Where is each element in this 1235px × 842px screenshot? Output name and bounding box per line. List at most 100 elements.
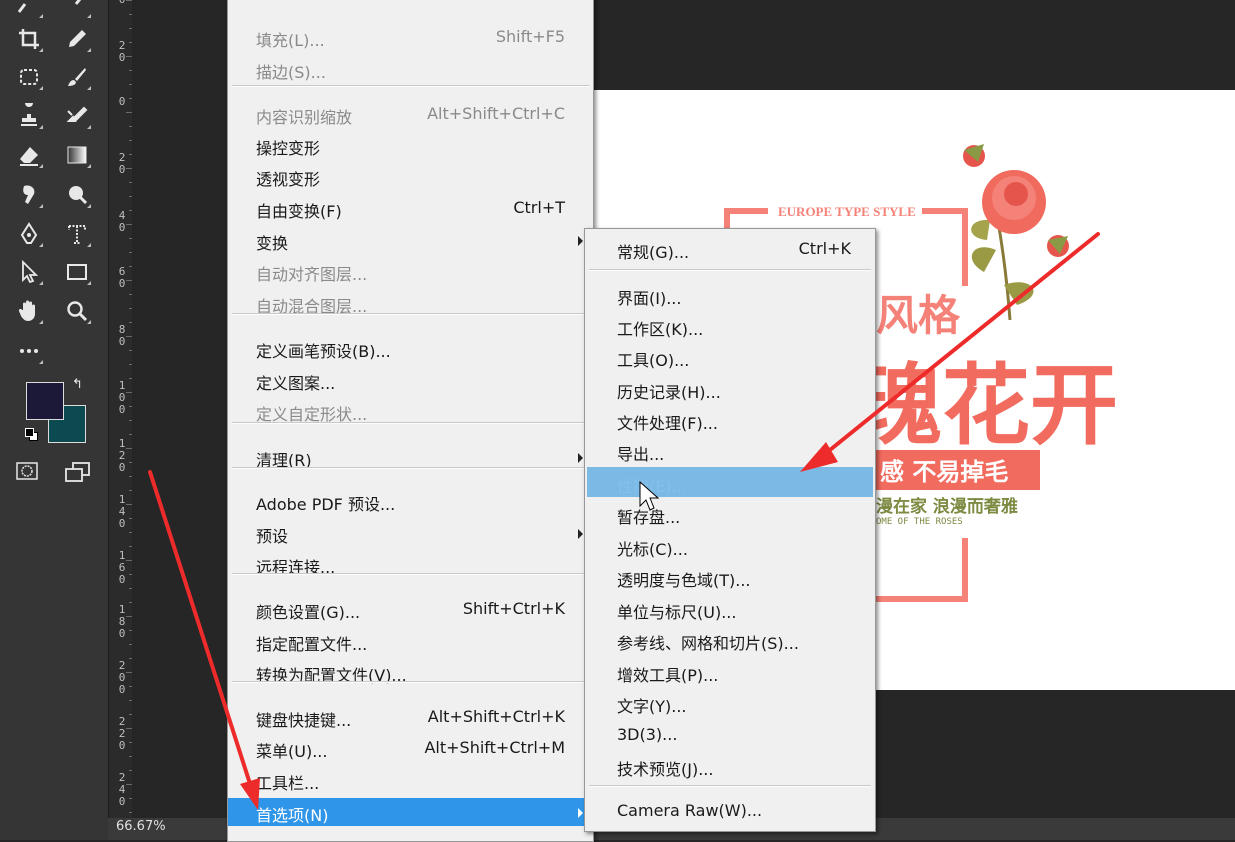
menu-item-shortcut: Alt+Shift+Ctrl+K [427,707,565,726]
menu-separator [589,269,871,271]
crop-tool[interactable] [14,24,44,54]
quick-mask-button[interactable] [16,462,38,480]
ruler-label: 1 6 0 [118,549,126,586]
edit-menu-item[interactable]: 自动对齐图层... [228,257,593,285]
move-tool[interactable] [14,0,44,20]
submenu-arrow-icon [578,236,583,246]
preferences-menu-item[interactable]: 光标(C)... [585,532,875,560]
preferences-menu-item[interactable]: 技术预览(J)... [585,752,875,780]
edit-menu-item[interactable]: 颜色设置(G)... Shift+Ctrl+K [228,595,593,623]
menu-item-label: 工具(O)... [617,351,690,370]
edit-menu-item[interactable]: 定义图案... [228,366,593,394]
edit-menu-item[interactable]: 透视变形 [228,162,593,190]
ruler-label: 2 4 0 [118,771,126,808]
preferences-menu-item[interactable]: 暂存盘... [585,500,875,528]
preferences-menu-item[interactable]: 导出... [585,437,875,465]
swap-colors-icon[interactable]: ↰ [72,377,88,393]
preferences-menu-item[interactable]: 透明度与色域(T)... [585,563,875,591]
path-select-tool[interactable] [14,257,44,287]
menu-item-label: 定义图案... [256,374,336,393]
menu-item-label: 填充(L)... [256,31,325,50]
vertical-ruler[interactable]: 02 002 04 06 08 01 0 01 2 01 4 01 6 01 8… [108,0,134,818]
text-tool-tool[interactable] [62,219,92,249]
edit-menu-item[interactable]: 键盘快捷键... Alt+Shift+Ctrl+K [228,703,593,731]
menu-item-label: Adobe PDF 预设... [256,495,396,514]
stamp-tool[interactable] [14,101,44,131]
zoom-level[interactable]: 66.67% [116,818,166,836]
preferences-menu-item[interactable]: 工具(O)... [585,343,875,371]
gradient-tool[interactable] [62,140,92,170]
submenu-arrow-icon [578,529,583,539]
menu-item-label: 暂存盘... [617,508,681,527]
rectangle-tool[interactable] [62,257,92,287]
foreground-color-swatch[interactable] [26,382,64,420]
menu-item-label: 3D(3)... [617,725,678,744]
menu-item-label: 定义画笔预设(B)... [256,342,391,361]
zoom-tool[interactable] [62,296,92,326]
preferences-submenu: 常规(G)... Ctrl+K 界面(I)... 工作区(K)... 工具(O)... 历… [584,228,876,832]
preferences-menu-item[interactable]: 历史记录(H)... [585,375,875,403]
preferences-menu-item[interactable]: 3D(3)... [585,721,875,749]
menu-item-label: 自由变换(F) [256,202,342,221]
eraser-tool[interactable] [14,140,44,170]
pen-tool[interactable] [14,219,44,249]
more-tool[interactable] [14,336,44,366]
edit-menu-item[interactable]: 描边(S)... [228,55,593,83]
preferences-menu-item[interactable]: 界面(I)... [585,281,875,309]
ruler-label: 2 0 [118,151,126,176]
menu-item-label: 菜单(U)... [256,742,328,761]
edit-menu-item[interactable]: 变换 [228,226,593,254]
edit-menu-item[interactable]: 填充(L)... Shift+F5 [228,23,593,51]
preferences-menu-item[interactable]: 工作区(K)... [585,312,875,340]
edit-menu-item[interactable]: 首选项(N) [228,798,593,826]
edit-menu-item[interactable]: 指定配置文件... [228,627,593,655]
smudge-tool[interactable] [14,180,44,210]
brush-tool-tool[interactable] [62,62,92,92]
edit-menu: 填充(L)... Shift+F5 描边(S)... 内容识别缩放 Alt+Shift+… [227,0,594,842]
dodge-tool[interactable] [62,180,92,210]
menu-separator [232,467,589,469]
preferences-menu-item[interactable]: 常规(G)... Ctrl+K [585,235,875,263]
submenu-arrow-icon [578,453,583,463]
edit-menu-item[interactable]: 定义自定形状... [228,397,593,425]
edit-menu-item[interactable]: 内容识别缩放 Alt+Shift+Ctrl+C [228,100,593,128]
ruler-label: 1 0 0 [118,379,126,416]
screen-mode-icon [65,462,90,482]
frame-bottom-right [874,596,968,602]
hand-tool[interactable] [14,296,44,326]
menu-item-label: 增效工具(P)... [617,666,719,685]
history-brush-tool[interactable] [62,101,92,131]
menu-item-shortcut: Ctrl+T [513,198,565,217]
menu-item-label: 性能(E)... [617,477,687,496]
screen-mode-button[interactable] [64,462,92,482]
edit-menu-item[interactable]: 工具栏... [228,766,593,794]
marquee-tool[interactable] [14,62,44,92]
edit-menu-item[interactable]: 自由变换(F) Ctrl+T [228,194,593,222]
menu-item-label: 内容识别缩放 [256,108,353,127]
preferences-menu-item[interactable]: 文字(Y)... [585,689,875,717]
ruler-label: 1 8 0 [118,603,126,640]
edit-menu-item[interactable]: 定义画笔预设(B)... [228,334,593,362]
rose-illustration [963,144,1069,321]
edit-menu-item[interactable]: 预设 [228,519,593,547]
preferences-menu-item[interactable]: 增效工具(P)... [585,658,875,686]
preferences-menu-item[interactable]: 文件处理(F)... [585,406,875,434]
menu-item-shortcut: Ctrl+K [798,239,851,258]
brush-tool[interactable] [62,0,92,20]
frame-right-top [962,208,968,286]
edit-menu-item[interactable]: 操控变形 [228,131,593,159]
menu-item-label: 常规(G)... [617,243,690,262]
edit-menu-item[interactable]: 菜单(U)... Alt+Shift+Ctrl+M [228,734,593,762]
preferences-menu-item[interactable]: 参考线、网格和切片(S)... [585,626,875,654]
preferences-menu-item[interactable]: 单位与标尺(U)... [585,595,875,623]
preferences-menu-item[interactable]: 性能(E)... [585,469,875,497]
menu-item-label: 光标(C)... [617,540,688,559]
edit-menu-item[interactable]: Adobe PDF 预设... [228,487,593,515]
default-colors-icon[interactable] [25,428,38,441]
menu-item-label: 透明度与色域(T)... [617,571,751,590]
eyedropper-tool[interactable] [62,24,92,54]
menu-item-label: 指定配置文件... [256,635,368,654]
frame-top-left [724,208,768,214]
menu-item-label: 操控变形 [256,139,321,158]
preferences-menu-item[interactable]: Camera Raw(W)... [585,797,875,825]
